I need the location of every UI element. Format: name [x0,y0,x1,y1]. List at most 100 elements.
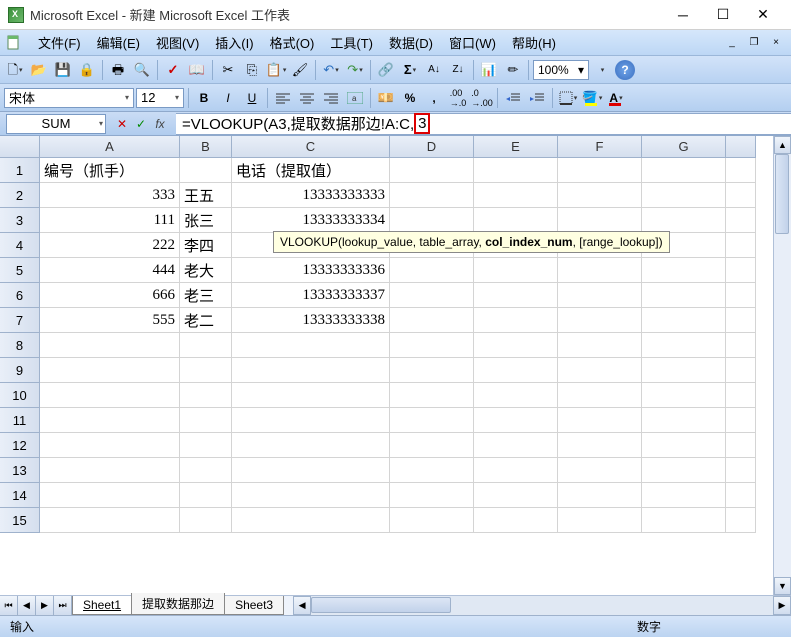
print-preview-button[interactable]: 🔍 [131,59,153,81]
cell[interactable] [40,408,180,433]
document-icon[interactable] [4,33,24,53]
vertical-scrollbar[interactable]: ▲ ▼ [773,136,791,595]
cell[interactable] [180,433,232,458]
cell[interactable] [558,183,642,208]
save-button[interactable]: 💾 [52,59,74,81]
zoom-input[interactable]: 100%▾ [533,60,589,80]
cell[interactable] [474,383,558,408]
cell[interactable] [40,358,180,383]
cell[interactable] [642,433,726,458]
borders-button[interactable] [557,87,579,109]
cell[interactable] [726,258,756,283]
cell[interactable] [558,258,642,283]
cell[interactable] [726,183,756,208]
cell[interactable] [390,333,474,358]
undo-button[interactable]: ↶ [320,59,342,81]
row-header[interactable]: 10 [0,383,40,408]
scroll-thumb[interactable] [775,154,789,234]
cell[interactable] [390,433,474,458]
horizontal-scrollbar[interactable]: ◀ ▶ [293,596,791,615]
menu-edit[interactable]: 编辑(E) [89,30,148,55]
cell[interactable] [474,158,558,183]
cell[interactable] [474,333,558,358]
cell[interactable]: 编号（抓手） [40,158,180,183]
row-header[interactable]: 5 [0,258,40,283]
cell[interactable]: 老二 [180,308,232,333]
doc-minimize-button[interactable]: _ [723,36,741,50]
menu-format[interactable]: 格式(O) [262,30,323,55]
cell[interactable] [474,433,558,458]
cell[interactable] [40,483,180,508]
cell[interactable] [642,333,726,358]
increase-indent-button[interactable] [526,87,548,109]
cell[interactable] [474,308,558,333]
cell[interactable] [474,458,558,483]
cut-button[interactable]: ✂ [217,59,239,81]
cell[interactable] [726,483,756,508]
row-header[interactable]: 3 [0,208,40,233]
cell[interactable]: 111 [40,208,180,233]
formula-input[interactable]: =VLOOKUP(A3,提取数据那边!A:C,3 [176,113,791,135]
cell[interactable] [40,333,180,358]
close-button[interactable]: ✕ [743,1,783,29]
cell[interactable] [474,208,558,233]
tab-nav-prev[interactable]: ◀ [18,596,36,615]
cell[interactable]: 电话（提取值） [232,158,390,183]
sort-asc-button[interactable]: A↓ [423,59,445,81]
currency-button[interactable]: 💴 [375,87,397,109]
print-button[interactable]: 🖶 [107,59,129,81]
cell[interactable] [390,208,474,233]
cell[interactable] [726,158,756,183]
cancel-formula-button[interactable]: ✕ [114,115,130,133]
cell[interactable] [726,383,756,408]
maximize-button[interactable]: ☐ [703,1,743,29]
cell[interactable]: 666 [40,283,180,308]
cell[interactable] [642,508,726,533]
research-button[interactable]: 📖 [186,59,208,81]
copy-button[interactable]: ⎘ [241,59,263,81]
cell[interactable] [558,458,642,483]
align-center-button[interactable] [296,87,318,109]
cell[interactable] [642,308,726,333]
permissions-button[interactable]: 🔒 [76,59,98,81]
cell[interactable] [558,358,642,383]
cell[interactable] [40,433,180,458]
minimize-button[interactable]: ─ [663,1,703,29]
row-header[interactable]: 11 [0,408,40,433]
cell[interactable] [232,408,390,433]
col-header-e[interactable]: E [474,136,558,158]
cell[interactable] [232,508,390,533]
enter-formula-button[interactable]: ✓ [133,115,149,133]
cell[interactable] [558,158,642,183]
menu-help[interactable]: 帮助(H) [504,30,564,55]
cell[interactable] [558,283,642,308]
name-box[interactable]: SUM ▾ [6,114,106,134]
cell[interactable] [726,233,756,258]
row-header[interactable]: 14 [0,483,40,508]
cell[interactable] [726,458,756,483]
row-header[interactable]: 8 [0,333,40,358]
cell[interactable]: 李四 [180,233,232,258]
cell[interactable] [474,283,558,308]
menu-view[interactable]: 视图(V) [148,30,207,55]
scroll-up-button[interactable]: ▲ [774,136,791,154]
cell[interactable] [232,383,390,408]
sort-desc-button[interactable]: Z↓ [447,59,469,81]
cell[interactable] [40,383,180,408]
hyperlink-button[interactable]: 🔗 [375,59,397,81]
row-header[interactable]: 7 [0,308,40,333]
cell[interactable] [726,433,756,458]
row-header[interactable]: 6 [0,283,40,308]
cell[interactable] [558,308,642,333]
cell[interactable] [558,333,642,358]
cell[interactable] [558,408,642,433]
cell[interactable] [390,408,474,433]
cell[interactable] [474,358,558,383]
cell[interactable]: 13333333334 [232,208,390,233]
cell[interactable]: 13333333338 [232,308,390,333]
cell[interactable] [390,458,474,483]
format-painter-button[interactable]: 🖌 [289,59,311,81]
cell[interactable]: 444 [40,258,180,283]
percent-button[interactable]: % [399,87,421,109]
cell[interactable] [642,258,726,283]
